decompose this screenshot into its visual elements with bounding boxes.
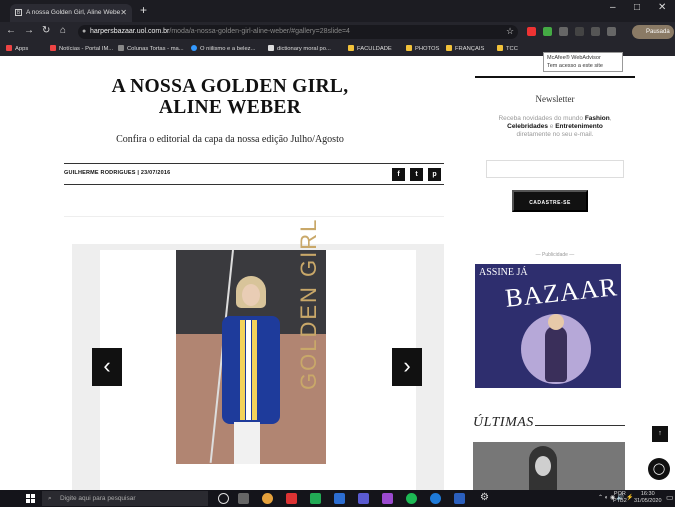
facebook-share-icon[interactable]: f	[392, 168, 405, 181]
maximize-icon[interactable]: □	[634, 2, 640, 13]
webadvisor-tooltip: McAfee® WebAdvisor Tem acesso a este sit…	[543, 52, 623, 72]
bookmark-label: Colunas Tortas - ma...	[127, 46, 184, 52]
browser-tab[interactable]: B A nossa Golden Girl, Aline Webe ✕	[10, 4, 132, 22]
bookmark-dictionary[interactable]: dictionary moral po...	[268, 42, 331, 56]
settings-gear-icon[interactable]: ⚙	[480, 493, 491, 504]
reload-icon[interactable]: ↻	[42, 25, 50, 36]
chat-bubble-icon[interactable]: ◯	[648, 458, 670, 480]
twitter-share-icon[interactable]: t	[410, 168, 423, 181]
newsletter-email-field[interactable]	[486, 160, 624, 178]
web-page: A NOSSA GOLDEN GIRL, ALINE WEBER Confira…	[0, 56, 675, 490]
bookmark-noticias[interactable]: Notícias - Portal IM...	[50, 42, 113, 56]
bookmark-label: O niilismo e a belez...	[200, 46, 256, 52]
app-red-icon[interactable]	[286, 493, 297, 504]
windows-taskbar: ⌕ Digite aqui para pesquisar ⚙ ⌃ ◐ ◉ 🔊 ⚡…	[0, 490, 675, 507]
bookmark-label: FACULDADE	[357, 46, 392, 52]
chrome-icon[interactable]	[262, 493, 273, 504]
cortana-icon[interactable]	[218, 493, 229, 504]
article-title: A NOSSA GOLDEN GIRL, ALINE WEBER	[111, 76, 349, 118]
bookmark-label: TCC	[506, 46, 518, 52]
gallery-next-button[interactable]: ›	[392, 348, 422, 386]
url-field[interactable]: ● harpersbazaar.uol.com.br/moda/a-nossa-…	[78, 25, 518, 39]
minimize-icon[interactable]: –	[610, 2, 616, 13]
spotify-icon[interactable]	[406, 493, 417, 504]
photoshop-icon[interactable]	[334, 493, 345, 504]
extension-puzzle-icon[interactable]	[591, 27, 600, 36]
extension-menu-icon[interactable]	[607, 27, 616, 36]
divider	[64, 184, 444, 185]
task-view-icon[interactable]	[238, 493, 249, 504]
ad-brand-text: BAZAAR	[503, 272, 620, 313]
word-icon[interactable]	[454, 493, 465, 504]
premiere-icon[interactable]	[382, 493, 393, 504]
bookmark-label: dictionary moral po...	[277, 46, 331, 52]
bookmark-label: FRANÇAIS	[455, 46, 485, 52]
edge-icon[interactable]	[430, 493, 441, 504]
browser-tab-strip: B A nossa Golden Girl, Aline Webe ✕ + – …	[0, 0, 675, 22]
windows-start-icon[interactable]	[26, 494, 36, 504]
forward-icon[interactable]: →	[24, 25, 34, 36]
gallery-overlay-text: GOLDEN GIRL	[296, 217, 321, 390]
divider	[535, 425, 625, 426]
lock-icon: ●	[82, 28, 87, 35]
profile-label: Pausada	[646, 29, 670, 35]
extension-green-icon[interactable]	[543, 27, 552, 36]
url-domain: harpersbazaar.uol.com.br	[90, 28, 170, 35]
photo-gallery: GOLDEN GIRL ‹ ›	[72, 218, 444, 490]
tab-title: A nossa Golden Girl, Aline Webe	[26, 9, 121, 16]
clock[interactable]: 16:30 31/05/2020	[634, 491, 662, 505]
tab-close-icon[interactable]: ✕	[120, 4, 127, 22]
extension-gray-icon[interactable]	[559, 27, 568, 36]
scroll-top-button[interactable]: ↑	[652, 426, 668, 442]
bookmark-tcc[interactable]: TCC	[497, 42, 518, 56]
pinterest-share-icon[interactable]: p	[428, 168, 441, 181]
search-icon: ⌕	[48, 495, 52, 502]
app-green-icon[interactable]	[310, 493, 321, 504]
extension-shield-icon[interactable]	[575, 27, 584, 36]
bazaar-ad-banner[interactable]: ASSINE JÁ BAZAAR	[475, 264, 621, 388]
tooltip-title: McAfee® WebAdvisor	[547, 55, 601, 61]
new-tab-button[interactable]: +	[140, 3, 147, 17]
ad-assine-text: ASSINE JÁ	[479, 267, 528, 278]
divider	[64, 163, 444, 164]
url-path: /moda/a-nossa-golden-girl-aline-weber/#g…	[169, 28, 350, 35]
bookmark-label: Apps	[15, 46, 29, 52]
latest-heading: ÚLTIMAS	[473, 415, 534, 430]
divider	[64, 216, 444, 217]
bookmark-faculdade[interactable]: FACULDADE	[348, 42, 392, 56]
bookmark-francais[interactable]: FRANÇAIS	[446, 42, 484, 56]
latest-article-image[interactable]	[473, 442, 625, 490]
language-indicator[interactable]: POR PTB2	[613, 491, 627, 505]
newsletter-border	[475, 76, 635, 78]
newsletter-text: Receba novidades do mundo Fashion, Celeb…	[498, 115, 612, 138]
gallery-slide: GOLDEN GIRL	[100, 218, 416, 490]
bookmark-label: PHOTOS	[415, 46, 440, 52]
home-icon[interactable]: ⌂	[60, 25, 66, 36]
bookmark-colunas[interactable]: Colunas Tortas - ma...	[118, 42, 184, 56]
search-placeholder: Digite aqui para pesquisar	[60, 495, 136, 502]
bookmark-photos[interactable]: PHOTOS	[406, 42, 439, 56]
profile-button[interactable]: Pausada	[632, 25, 674, 39]
close-window-icon[interactable]: ✕	[658, 2, 666, 13]
address-toolbar: ← → ↻ ⌂ ● harpersbazaar.uol.com.br/moda/…	[0, 22, 675, 42]
teams-icon[interactable]	[358, 493, 369, 504]
bazaar-favicon-icon: B	[15, 9, 22, 16]
bookmark-label: Notícias - Portal IM...	[59, 46, 114, 52]
taskbar-search-field[interactable]: ⌕ Digite aqui para pesquisar	[42, 491, 208, 506]
bookmark-niilismo[interactable]: O niilismo e a belez...	[191, 42, 255, 56]
newsletter-title: Newsletter	[535, 94, 575, 104]
bookmark-star-icon[interactable]: ☆	[506, 26, 514, 37]
tooltip-text: Tem acesso a este site	[547, 62, 603, 69]
ad-label: — Publicidade —	[535, 252, 575, 258]
extension-red-icon[interactable]	[527, 27, 536, 36]
back-icon[interactable]: ←	[6, 25, 16, 36]
subscribe-button[interactable]: CADASTRE-SE	[512, 190, 588, 212]
bookmark-apps[interactable]: Apps	[6, 42, 28, 56]
notification-icon[interactable]: ▭	[666, 494, 674, 502]
article-subtitle: Confira o editorial da capa da nossa edi…	[116, 134, 344, 145]
gallery-prev-button[interactable]: ‹	[92, 348, 122, 386]
article-byline: GUILHERME RODRIGUES | 23/07/2016	[64, 170, 171, 176]
